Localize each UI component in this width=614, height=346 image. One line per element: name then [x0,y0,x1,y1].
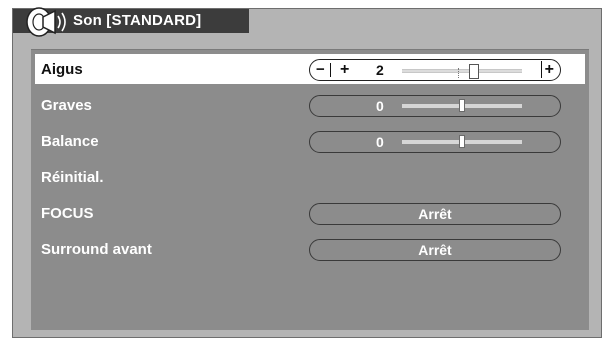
menu-item-aigus[interactable]: Aigus [41,61,83,78]
window-title: Son [STANDARD] [73,12,202,29]
graves-value: 0 [376,98,384,114]
surround-avant-option[interactable]: Arrêt [309,239,561,261]
aigus-value: 2 [376,62,384,78]
speaker-icon [26,7,66,37]
menu-item-graves[interactable]: Graves [41,97,92,114]
center-marker [458,68,460,78]
menu-item-surround-avant[interactable]: Surround avant [41,241,152,258]
balance-thumb [459,135,465,148]
aigus-track [402,64,522,79]
sound-menu-window: Son [STANDARD] Aigus − + 2 + Graves 0 Ba… [12,7,602,338]
increase-button-left[interactable]: + [340,61,349,79]
decrease-button[interactable]: − [316,62,331,77]
increase-button-right[interactable]: + [540,61,554,78]
aigus-slider[interactable]: − + 2 + [309,59,561,81]
balance-slider[interactable]: 0 [309,131,561,153]
focus-option[interactable]: Arrêt [309,203,561,225]
surround-avant-value: Arrêt [418,242,452,258]
balance-value: 0 [376,134,384,150]
menu-item-reset[interactable]: Réinitial. [41,169,104,186]
settings-panel: Aigus − + 2 + Graves 0 Balance 0 Réiniti… [31,49,589,330]
graves-thumb [459,99,465,112]
aigus-thumb[interactable] [469,64,479,79]
graves-track [402,99,522,112]
menu-item-focus[interactable]: FOCUS [41,205,94,222]
focus-value: Arrêt [418,206,452,222]
graves-slider[interactable]: 0 [309,95,561,117]
title-bar: Son [STANDARD] [13,7,249,37]
balance-track [402,135,522,148]
menu-item-balance[interactable]: Balance [41,133,99,150]
